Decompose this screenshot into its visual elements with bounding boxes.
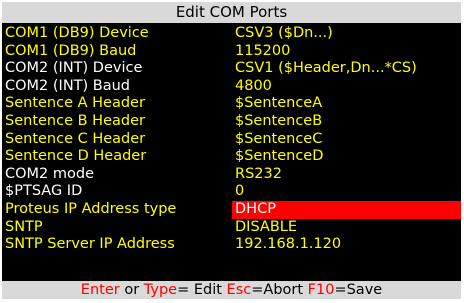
type-key-hint: Type [143,282,178,298]
setting-label: COM2 mode [5,165,95,182]
setting-value[interactable]: CSV3 ($Dn...) [235,25,333,43]
setting-label: Sentence A Header [5,95,145,112]
setting-label: Sentence D Header [5,148,147,165]
setting-value[interactable]: $SentenceC [235,131,322,149]
setting-row[interactable]: Sentence C Header $SentenceC [2,131,461,149]
setting-value[interactable]: 192.168.1.120 [235,236,341,254]
setting-label: $PTSAG ID [5,183,83,200]
setting-value[interactable]: CSV1 ($Header,Dn...*CS) [235,60,417,78]
setting-row[interactable]: COM1 (DB9) Device CSV3 ($Dn...) [2,25,461,43]
setting-row[interactable]: Sentence A Header $SentenceA [2,95,461,113]
setting-value[interactable]: DHCP [235,201,276,219]
setting-label: SNTP Server IP Address [5,236,175,253]
setting-row[interactable]: COM1 (DB9) Baud 115200 [2,43,461,61]
setting-row[interactable]: COM2 mode RS232 [2,166,461,184]
abort-text: =Abort [251,282,308,298]
save-text: =Save [334,282,383,298]
setting-label: Proteus IP Address type [5,200,177,217]
setting-value[interactable]: $SentenceD [235,148,323,166]
setting-label: COM1 (DB9) Device [5,25,149,41]
setting-row[interactable]: SNTP Server IP Address 192.168.1.120 [2,236,461,254]
setting-value[interactable]: 4800 [235,78,272,96]
settings-list: COM1 (DB9) Device CSV3 ($Dn...) COM1 (DB9)… [2,25,461,254]
setting-label: Sentence C Header [5,130,146,147]
enter-key-hint: Enter [80,282,120,298]
setting-row[interactable]: COM2 (INT) Device CSV1 ($Header,Dn...*CS) [2,60,461,78]
setting-label: COM2 (INT) Baud [5,77,131,94]
key-help-bar: Enter or Type= Edit Esc=Abort F10=Save [2,281,461,299]
setting-row[interactable]: Sentence D Header $SentenceD [2,148,461,166]
edit-text: = Edit [177,282,227,298]
esc-key-hint: Esc [226,282,252,298]
or-text: or [119,282,144,298]
setting-row[interactable]: Sentence B Header $SentenceB [2,113,461,131]
setting-label: COM1 (DB9) Baud [5,42,137,59]
setting-value[interactable]: $SentenceB [235,113,322,131]
setting-value[interactable]: 115200 [235,43,290,61]
setting-row[interactable]: SNTP DISABLE [2,219,461,237]
setting-row[interactable]: COM2 (INT) Baud 4800 [2,78,461,96]
setting-row[interactable]: $PTSAG ID 0 [2,183,461,201]
f10-key-hint: F10 [307,282,335,298]
window-title: Edit COM Ports [2,2,461,23]
setting-label: COM2 (INT) Device [5,60,143,77]
setting-value[interactable]: DISABLE [235,219,297,237]
setting-value[interactable]: $SentenceA [235,95,322,113]
edit-com-ports-window: Edit COM Ports COM1 (DB9) Device CSV3 ($D… [2,2,461,299]
setting-row[interactable]: Proteus IP Address type DHCP [2,200,461,219]
setting-label: Sentence B Header [5,112,145,129]
setting-value[interactable]: RS232 [235,166,282,184]
setting-label: SNTP [5,218,43,235]
setting-value[interactable]: 0 [235,183,244,201]
